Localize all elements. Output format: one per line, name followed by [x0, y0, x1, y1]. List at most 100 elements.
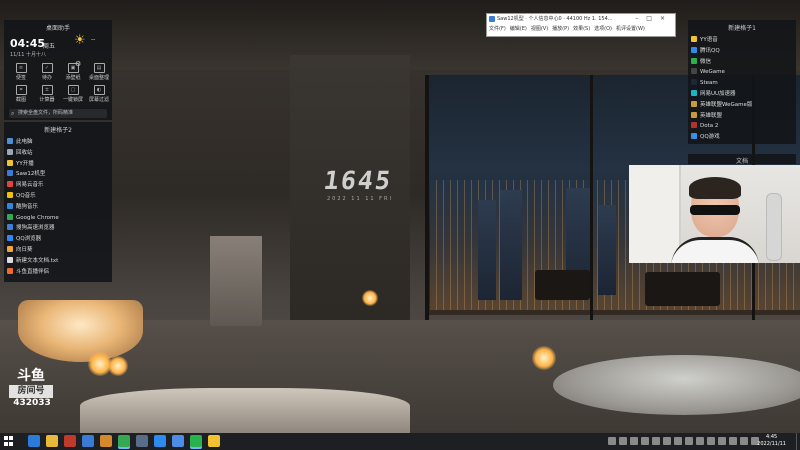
taskbar-apps: [28, 435, 220, 447]
taskbar-date: 2022/11/11: [757, 441, 786, 447]
shortcut-item[interactable]: Saw12机型: [7, 169, 112, 180]
shortcut-item[interactable]: 向日葵: [7, 245, 112, 256]
chrome-icon[interactable]: [118, 435, 130, 447]
logo-subtext: 房间号: [9, 385, 53, 398]
yy-icon[interactable]: [208, 435, 220, 447]
shortcut-label: 向日葵: [16, 246, 33, 253]
tray-icon[interactable]: [652, 437, 660, 445]
tool-wallpaper[interactable]: ▣ 添壁纸: [60, 63, 86, 81]
tray-icon[interactable]: [729, 437, 737, 445]
app-shortcut-icon: [7, 213, 13, 220]
shortcut-label: 网易UU加速器: [700, 90, 736, 97]
app-shortcut-icon: [7, 224, 13, 231]
menu-view[interactable]: 视图(V): [531, 24, 548, 34]
explorer-icon[interactable]: [46, 435, 58, 447]
tray-icon[interactable]: [641, 437, 649, 445]
shortcut-item[interactable]: QQ音乐: [7, 191, 112, 202]
steam-icon[interactable]: [136, 435, 148, 447]
screenshot-icon: ⌗: [15, 85, 27, 95]
tool-label: 一键锁屏: [62, 97, 83, 103]
app-shortcut-icon: [7, 267, 13, 274]
menu-effects[interactable]: 效果(S): [573, 24, 590, 34]
webcam-person-hair: [689, 177, 741, 199]
saw-icon[interactable]: [82, 435, 94, 447]
shortcut-item[interactable]: 斗鱼直播伴侣: [7, 267, 112, 278]
edge-icon[interactable]: [28, 435, 40, 447]
shortcut-item[interactable]: 搜狗高速浏览器: [7, 223, 112, 234]
app-shortcut-icon: [691, 89, 697, 96]
qq-browser-icon[interactable]: [154, 435, 166, 447]
tool-label: 计算器: [39, 97, 55, 103]
tray-icon[interactable]: [674, 437, 682, 445]
shortcut-item[interactable]: 英雄联盟: [691, 111, 796, 122]
tool-filter[interactable]: ◐ 屏幕过滤: [86, 85, 112, 103]
shortcut-item[interactable]: WeGame: [691, 67, 796, 78]
shortcut-label: YY语音: [700, 37, 718, 43]
note-icon: ≡: [15, 63, 27, 73]
shortcut-item[interactable]: 回收站: [7, 148, 112, 159]
tool-organize[interactable]: ▤ 桌面整理: [86, 63, 112, 81]
shortcut-item[interactable]: 此电脑: [7, 137, 112, 148]
shortcut-label: 搜狗高速浏览器: [16, 225, 55, 232]
shortcut-item[interactable]: 英雄联盟WeGame版: [691, 100, 796, 111]
tray-icon[interactable]: [740, 437, 748, 445]
tool-lock[interactable]: ▢ 一键锁屏: [60, 85, 86, 103]
close-button[interactable]: ×: [660, 15, 673, 22]
app-shortcut-icon: [691, 133, 697, 140]
menu-edit[interactable]: 编辑(E): [510, 24, 527, 34]
tray-icon[interactable]: [608, 437, 616, 445]
tool-calculator[interactable]: ± 计算器: [34, 85, 60, 103]
calculator-icon: ±: [41, 85, 53, 95]
shortcut-item[interactable]: Steam: [691, 78, 796, 89]
maximize-button[interactable]: □: [646, 15, 660, 22]
wallpaper-jacuzzi: [553, 355, 800, 415]
tray-icon[interactable]: [707, 437, 715, 445]
tool-screenshot[interactable]: ⌗ 截图: [8, 85, 34, 103]
shortcut-item[interactable]: 网易UU加速器: [691, 89, 796, 100]
shortcut-item[interactable]: QQ游戏: [691, 132, 796, 143]
minimize-button[interactable]: –: [635, 15, 646, 22]
saw-app-window[interactable]: Saw12机型 · 个人信息中心0 · 44100 Hz 1. 154... –…: [486, 13, 676, 37]
shortcut-item[interactable]: Google Chrome: [7, 213, 112, 224]
tray-icon[interactable]: [718, 437, 726, 445]
tool-note[interactable]: ≡ 便签: [8, 63, 34, 81]
shortcut-item[interactable]: YY开播: [7, 159, 112, 170]
shortcut-label: 斗鱼直播伴侣: [16, 268, 50, 275]
shortcut-item[interactable]: YY语音: [691, 35, 796, 46]
shortcut-item[interactable]: Dota 2: [691, 121, 796, 132]
shortcut-item[interactable]: 网易云音乐: [7, 180, 112, 191]
shortcut-label: YY开播: [16, 160, 34, 167]
tool-todo[interactable]: ✓ 待办: [34, 63, 60, 81]
wallpaper-building: [478, 200, 496, 300]
tray-icon[interactable]: [619, 437, 627, 445]
menu-file[interactable]: 文件(F): [489, 24, 506, 34]
windows-logo-icon: [4, 441, 8, 446]
shortcut-list: 此电脑 回收站 YY开播 Saw12机型 网易云音乐 QQ音乐 酷狗音乐 Google Chr…: [4, 134, 112, 277]
app-icon-3[interactable]: [64, 435, 76, 447]
shortcut-item[interactable]: 酷狗音乐: [7, 202, 112, 213]
menu-play[interactable]: 播放(P): [552, 24, 569, 34]
shortcut-item[interactable]: 新建文本文档.txt: [7, 256, 112, 267]
shortcut-label: 回收站: [16, 149, 33, 156]
shortcut-item[interactable]: 腾讯QQ: [691, 46, 796, 57]
menu-settings[interactable]: 机评设置(W): [616, 24, 645, 34]
taskbar-clock[interactable]: 4:45 2022/11/11: [757, 434, 786, 448]
file-search-bar[interactable]: ⌕ 搜索全盘文件，所码精准: [9, 109, 107, 118]
wallpaper-sink: [210, 236, 262, 326]
app-shortcut-icon: [691, 57, 697, 64]
chat-icon[interactable]: [172, 435, 184, 447]
menu-options[interactable]: 选项(O): [594, 24, 612, 34]
window-titlebar[interactable]: Saw12机型 · 个人信息中心0 · 44100 Hz 1. 154... –…: [487, 14, 675, 24]
wechat-icon[interactable]: [190, 435, 202, 447]
box-icon[interactable]: [100, 435, 112, 447]
shortcut-item[interactable]: 微信: [691, 57, 796, 68]
shortcut-item[interactable]: QQ浏览器: [7, 234, 112, 245]
app-shortcut-icon: [691, 111, 697, 118]
show-desktop-button[interactable]: [796, 433, 800, 450]
tray-icon[interactable]: [630, 437, 638, 445]
tray-icon[interactable]: [663, 437, 671, 445]
start-button[interactable]: [4, 436, 14, 446]
tray-icon[interactable]: [685, 437, 693, 445]
windows-logo-icon: [9, 436, 13, 440]
tray-icon[interactable]: [696, 437, 704, 445]
